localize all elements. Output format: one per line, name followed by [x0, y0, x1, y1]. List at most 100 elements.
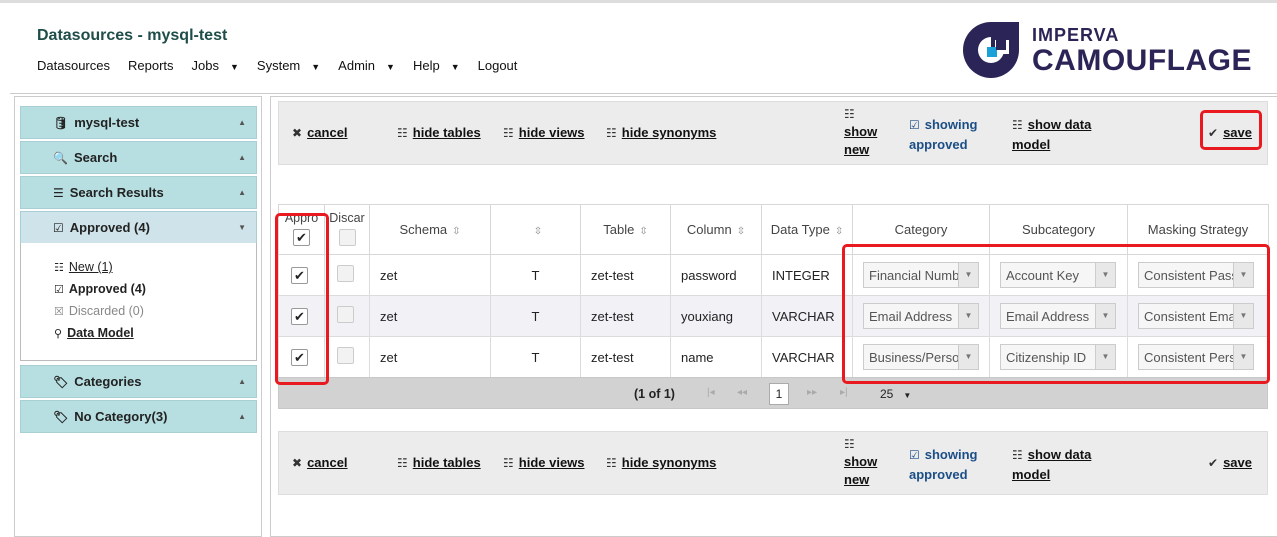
- data-type-cell: VARCHAR: [761, 295, 853, 337]
- category-cell: Business/Perso ▼: [852, 336, 990, 378]
- tag-icon: 🏷: [53, 409, 69, 424]
- discard-checkbox[interactable]: [337, 306, 354, 323]
- approved-list-icon: ☑: [54, 283, 64, 296]
- list-check-icon: ☷: [1012, 118, 1023, 132]
- col-masking-strategy[interactable]: Masking Strategy: [1127, 204, 1269, 255]
- dropdown-arrow-icon: ▼: [1233, 345, 1253, 369]
- subcategory-cell: Citizenship ID ▼: [989, 336, 1128, 378]
- masking-strategy-select[interactable]: Consistent Ema ▼: [1138, 303, 1254, 329]
- subcategory-select[interactable]: Citizenship ID ▼: [1000, 344, 1116, 370]
- col-type[interactable]: ⇳: [490, 204, 581, 255]
- search-icon: 🔍: [53, 150, 68, 165]
- masking-strategy-select[interactable]: Consistent Pass ▼: [1138, 262, 1254, 288]
- hide-tables-button[interactable]: ☷ hide tables: [397, 125, 481, 140]
- top-nav: Datasources Reports Jobs ▼ System ▼ Admin ▼…: [37, 58, 535, 73]
- nav-logout[interactable]: Logout: [478, 58, 527, 73]
- category-cell: Financial Numb ▼: [852, 254, 990, 296]
- schema-cell: zet: [369, 295, 491, 337]
- dropdown-arrow-icon: ▼: [1095, 263, 1115, 287]
- showing-approved-button[interactable]: ☑ showing approved: [909, 115, 977, 154]
- masking-cell: Consistent Ema ▼: [1127, 295, 1269, 337]
- last-page-icon[interactable]: ▸|: [840, 387, 848, 398]
- sidebar-section-search[interactable]: 🔍 Search ▲: [20, 141, 257, 174]
- imperva-logo: IMPERVA CAMOUFLAGE: [960, 20, 1260, 80]
- hide-synonyms-button[interactable]: ☷ hide synonyms: [606, 125, 716, 140]
- show-data-model-button[interactable]: ☷ show data model: [1012, 115, 1091, 154]
- filter-approved[interactable]: ☑ Approved (4): [54, 282, 146, 296]
- discard-list-icon: ☒: [54, 305, 64, 318]
- discard-cell: [324, 336, 370, 378]
- sidebar-section-datasource[interactable]: 🛢 mysql-test ▲: [20, 106, 257, 139]
- approve-checkbox[interactable]: ✔: [291, 348, 308, 366]
- table-row[interactable]: ✔ zet T zet-test youxiang VARCHAR Email …: [278, 295, 1269, 337]
- show-data-model-button[interactable]: ☷ show data model: [1012, 445, 1091, 484]
- list-check-icon: ☷: [844, 437, 855, 451]
- hide-views-button[interactable]: ☷ hide views: [503, 455, 585, 470]
- approve-checkbox[interactable]: ✔: [291, 307, 308, 325]
- nav-admin[interactable]: Admin ▼: [338, 58, 404, 73]
- filter-discarded[interactable]: ☒ Discarded (0): [54, 304, 144, 318]
- prev-page-icon[interactable]: ◂◂: [737, 387, 747, 398]
- subcategory-select[interactable]: Email Address ▼: [1000, 303, 1116, 329]
- sort-icon: ⇳: [639, 226, 648, 237]
- discard-checkbox[interactable]: [337, 265, 354, 282]
- sort-icon: ⇳: [736, 226, 746, 237]
- nav-jobs[interactable]: Jobs ▼: [192, 58, 248, 73]
- column-cell: name: [670, 336, 762, 378]
- cancel-button[interactable]: ✖ cancel: [292, 455, 348, 470]
- show-new-button[interactable]: ☷ show new: [844, 105, 877, 159]
- save-button[interactable]: ✔ save: [1208, 125, 1252, 140]
- page-size-select[interactable]: 25 ▼: [876, 384, 920, 404]
- filter-new[interactable]: ☷ New (1): [54, 260, 113, 274]
- col-schema[interactable]: Schema ⇳: [369, 204, 491, 255]
- current-page-input[interactable]: 1: [769, 383, 789, 405]
- showing-approved-button[interactable]: ☑ showing approved: [909, 445, 977, 484]
- filter-data-model[interactable]: ⚲ Data Model: [54, 326, 134, 340]
- masking-strategy-select[interactable]: Consistent Pers ▼: [1138, 344, 1254, 370]
- nav-reports[interactable]: Reports: [128, 58, 183, 73]
- col-discard[interactable]: Discar: [324, 204, 370, 255]
- next-page-icon[interactable]: ▸▸: [807, 387, 817, 398]
- first-page-icon[interactable]: |◂: [707, 387, 715, 398]
- discard-checkbox[interactable]: [337, 347, 354, 364]
- close-icon: ✖: [292, 126, 303, 140]
- category-select[interactable]: Email Address ▼: [863, 303, 979, 329]
- hide-views-button[interactable]: ☷ hide views: [503, 125, 585, 140]
- cancel-button[interactable]: ✖ cancel: [292, 125, 348, 140]
- caret-up-icon: ▲: [238, 188, 246, 197]
- discard-all-checkbox[interactable]: [338, 229, 356, 246]
- show-new-button[interactable]: ☷ show new: [844, 435, 877, 489]
- hide-tables-button[interactable]: ☷ hide tables: [397, 455, 481, 470]
- save-button[interactable]: ✔ save: [1208, 455, 1252, 470]
- nav-help[interactable]: Help ▼: [413, 58, 469, 73]
- dropdown-arrow-icon: ▼: [1233, 304, 1253, 328]
- col-column[interactable]: Column ⇳: [670, 204, 762, 255]
- sidebar-section-categories[interactable]: 🏷 Categories ▲: [20, 365, 257, 398]
- col-table[interactable]: Table ⇳: [580, 204, 671, 255]
- subcategory-select[interactable]: Account Key ▼: [1000, 262, 1116, 288]
- dropdown-arrow-icon: ▼: [958, 304, 978, 328]
- sidebar-section-no-category[interactable]: 🏷 No Category(3) ▲: [20, 400, 257, 433]
- category-select[interactable]: Business/Perso ▼: [863, 344, 979, 370]
- col-approve[interactable]: Appro ✔: [278, 204, 325, 255]
- approve-checkbox[interactable]: ✔: [291, 266, 308, 284]
- nav-system[interactable]: System ▼: [257, 58, 329, 73]
- sidebar-section-approved[interactable]: ☑ Approved (4) ▼: [20, 211, 257, 244]
- table-row[interactable]: ✔ zet T zet-test name VARCHAR Business/P…: [278, 336, 1269, 378]
- sidebar-filter-panel: ☷ New (1) ☑ Approved (4) ☒ Discarded (0)…: [20, 243, 257, 361]
- page-title: Datasources - mysql-test: [37, 27, 228, 44]
- caret-up-icon: ▲: [238, 377, 246, 386]
- col-subcategory[interactable]: Subcategory: [989, 204, 1128, 255]
- nav-datasources[interactable]: Datasources: [37, 58, 119, 73]
- col-category[interactable]: Category: [852, 204, 990, 255]
- col-data-type[interactable]: Data Type ⇳: [761, 204, 853, 255]
- sidebar: 🛢 mysql-test ▲ 🔍 Search ▲ ☰ Search Resul…: [14, 96, 262, 537]
- toolbar-bottom: ✖ cancel ☷ hide tables ☷ hide views ☷ hide s…: [278, 431, 1268, 495]
- subcategory-cell: Email Address ▼: [989, 295, 1128, 337]
- category-select[interactable]: Financial Numb ▼: [863, 262, 979, 288]
- hide-synonyms-button[interactable]: ☷ hide synonyms: [606, 455, 716, 470]
- dropdown-arrow-icon: ▼: [1095, 304, 1115, 328]
- approve-all-checkbox[interactable]: ✔: [293, 229, 310, 246]
- table-row[interactable]: ✔ zet T zet-test password INTEGER Financ…: [278, 254, 1269, 296]
- sidebar-section-search-results[interactable]: ☰ Search Results ▲: [20, 176, 257, 209]
